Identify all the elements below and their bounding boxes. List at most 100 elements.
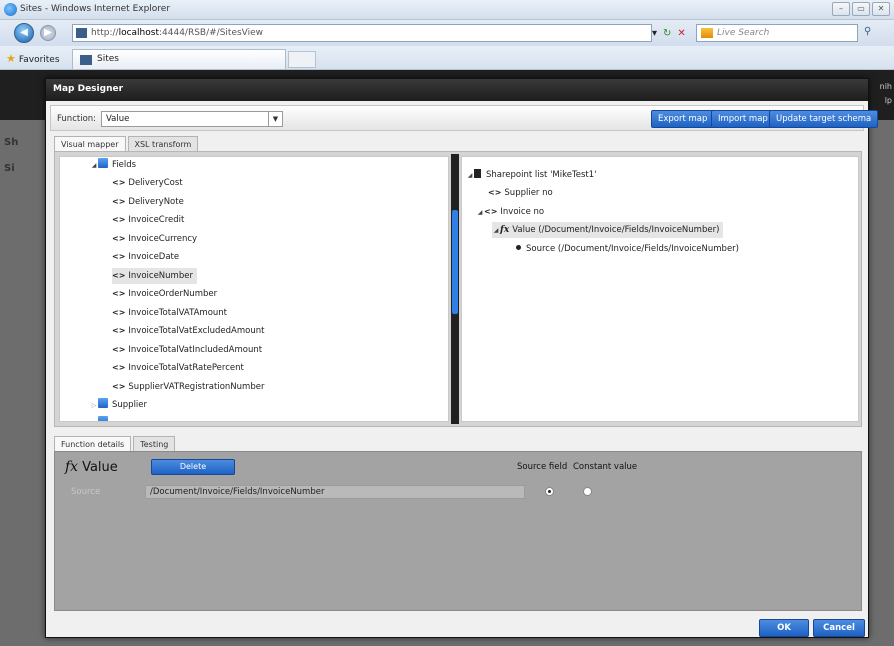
element-icon: <>	[112, 345, 126, 354]
tree-node-field[interactable]: <> InvoiceCurrency	[112, 231, 197, 247]
constant-value-header: Constant value	[573, 462, 638, 472]
collapsed-triangle-icon[interactable]: ▷	[90, 398, 98, 414]
tab-label: Sites	[97, 54, 119, 64]
maximize-button[interactable]: ▭	[852, 2, 870, 16]
source-field-header: Source field	[517, 462, 568, 472]
page-left-letter: Si	[4, 163, 15, 174]
element-icon: <>	[112, 271, 126, 280]
element-icon: <>	[484, 207, 498, 216]
constant-value-radio[interactable]	[583, 487, 592, 496]
tree-node-field[interactable]: <> DeliveryNote	[112, 194, 184, 210]
tree-node-label: InvoiceDate	[128, 252, 180, 262]
import-map-button[interactable]: Import map	[711, 110, 775, 128]
element-icon: <>	[112, 215, 126, 224]
star-icon: ★	[6, 52, 16, 65]
expand-triangle-icon[interactable]: ◢	[90, 158, 98, 174]
address-host: localhost	[118, 28, 159, 38]
function-label: Function:	[57, 114, 97, 124]
address-tools: ▾ ↻ ✕	[652, 24, 686, 42]
expand-triangle-icon[interactable]: ◢	[466, 168, 474, 184]
search-placeholder: Live Search	[717, 28, 770, 38]
tree-node-supplier-no[interactable]: <> Supplier no	[488, 185, 553, 201]
search-icon[interactable]: ⚲	[864, 26, 871, 37]
browser-nav-bar: ◀ ▶ http://localhost:4444/RSB/#/SitesVie…	[0, 20, 894, 46]
page-left-text: Sh Si	[4, 130, 18, 182]
source-tree[interactable]: ◢ Fields <> DeliveryCost <> DeliveryNote <>…	[59, 156, 449, 422]
dropdown-arrow-icon[interactable]: ▾	[652, 28, 657, 39]
tree-node-label: InvoiceCredit	[128, 215, 185, 225]
page-right-text: nih lp	[880, 80, 894, 108]
tree-node-field[interactable]: <> InvoiceCredit	[112, 212, 184, 228]
tree-node-label: InvoiceTotalVATAmount	[128, 308, 228, 318]
address-prefix: http://	[91, 28, 119, 38]
function-select[interactable]: Value ▼	[101, 111, 283, 127]
forward-button[interactable]: ▶	[40, 25, 56, 41]
chevron-down-icon[interactable]: ▼	[268, 112, 282, 126]
tree-node-sharepoint-list[interactable]: ◢ Sharepoint list 'MikeTest1'	[466, 167, 596, 183]
tree-node-field[interactable]: <> InvoiceOrderNumber	[112, 286, 217, 302]
function-name: Value	[82, 460, 118, 475]
tree-node-fx-value-selected[interactable]: ◢ fx Value (/Document/Invoice/Fields/Invoi…	[492, 222, 724, 239]
tree-node-field[interactable]: <> DeliveryCost	[112, 175, 183, 191]
element-icon: <>	[112, 252, 126, 261]
tree-node-label: Invoice no	[500, 207, 545, 217]
folder-icon	[98, 158, 108, 168]
tree-node-field[interactable]: <> InvoiceTotalVatRatePercent	[112, 360, 244, 376]
tree-node-invoice-no[interactable]: ◢ <> Invoice no	[476, 204, 544, 220]
ok-button[interactable]: OK	[759, 619, 809, 637]
minimize-button[interactable]: –	[832, 2, 850, 16]
tree-node-supplier[interactable]: ▷ Supplier	[90, 397, 147, 413]
bullet-icon	[516, 245, 521, 250]
document-icon	[474, 169, 481, 178]
map-designer-dialog: Map Designer Function: Value ▼ Export ma…	[45, 78, 879, 638]
tree-node-label: InvoiceOrderNumber	[128, 289, 218, 299]
cancel-button[interactable]: Cancel	[813, 619, 865, 637]
favorites-button[interactable]: ★ Favorites	[6, 52, 60, 65]
tree-node-fields[interactable]: ◢ Fields	[90, 157, 136, 173]
update-target-schema-button[interactable]: Update target schema	[769, 110, 879, 128]
window-controls: – ▭ ✕	[832, 2, 890, 16]
address-path: :4444/RSB/#/SitesView	[158, 28, 264, 38]
function-details-panel: fx Value Delete Source field Constant val…	[54, 451, 862, 611]
tree-node-field[interactable]: <> InvoiceTotalVatIncludedAmount	[112, 342, 262, 358]
export-map-button[interactable]: Export map	[651, 110, 715, 128]
search-box[interactable]: Live Search	[696, 24, 858, 42]
target-tree[interactable]: ◢ Sharepoint list 'MikeTest1' <> Supplier …	[461, 156, 859, 422]
tab-xsl-transform[interactable]: XSL transform	[127, 136, 199, 152]
scrollbar-thumb[interactable]	[452, 210, 458, 314]
tree-node-source[interactable]: Source (/Document/Invoice/Fields/Invoice…	[516, 241, 739, 257]
tree-node-label: InvoiceTotalVatRatePercent	[128, 363, 244, 373]
refresh-icon[interactable]: ↻	[663, 28, 671, 39]
source-field-radio[interactable]	[545, 487, 554, 496]
back-button[interactable]: ◀	[14, 23, 34, 43]
live-search-icon	[701, 28, 713, 38]
browser-tab-sites[interactable]: Sites	[72, 49, 286, 69]
tree-node-label: DeliveryNote	[128, 197, 184, 207]
function-select-value: Value	[106, 114, 130, 124]
tab-testing[interactable]: Testing	[133, 436, 176, 452]
ie-logo-icon	[4, 3, 17, 16]
close-window-button[interactable]: ✕	[872, 2, 890, 16]
scrollbar[interactable]	[451, 154, 459, 424]
delete-button[interactable]: Delete	[151, 459, 235, 475]
tree-node-label: InvoiceTotalVatIncludedAmount	[128, 345, 263, 355]
tree-node-field[interactable]: <> InvoiceTotalVATAmount	[112, 305, 227, 321]
tree-node-label: DeliveryCost	[128, 178, 183, 188]
function-toolbar: Function: Value ▼ Export map Import map …	[50, 105, 879, 131]
new-tab-button[interactable]	[288, 51, 316, 68]
page-left-letter: Sh	[4, 137, 19, 148]
tab-function-details[interactable]: Function details	[54, 436, 132, 452]
address-bar[interactable]: http://localhost:4444/RSB/#/SitesView	[72, 24, 652, 42]
tree-node-field[interactable]: <> InvoiceDate	[112, 249, 179, 265]
expand-triangle-icon[interactable]: ◢	[492, 223, 500, 239]
tab-visual-mapper[interactable]: Visual mapper	[54, 136, 126, 152]
expand-triangle-icon[interactable]: ◢	[476, 205, 484, 221]
dialog-title: Map Designer	[53, 84, 124, 94]
folder-icon	[98, 416, 108, 421]
tree-node-field-selected[interactable]: <> InvoiceNumber	[112, 268, 197, 284]
source-input[interactable]: /Document/Invoice/Fields/InvoiceNumber	[145, 485, 525, 499]
tree-node-field[interactable]: <> InvoiceTotalVatExcludedAmount	[112, 323, 264, 339]
tree-node-field[interactable]: <> SupplierVATRegistrationNumber	[112, 379, 264, 395]
stop-icon[interactable]: ✕	[677, 28, 685, 39]
mapper-tabs: Visual mapper XSL transform	[54, 136, 199, 152]
